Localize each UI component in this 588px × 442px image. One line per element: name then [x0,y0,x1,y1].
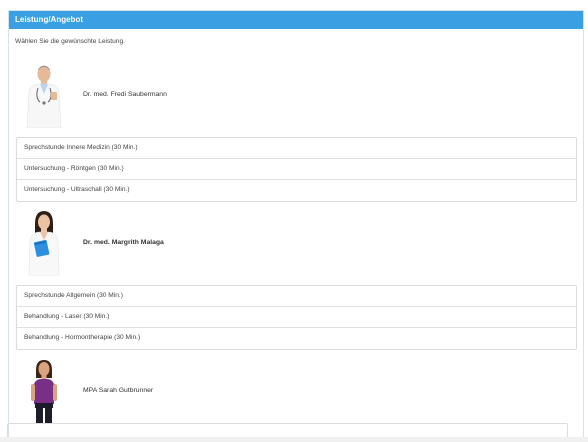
service-item[interactable]: Behandlung - Hormontherapie (30 Min.) [17,328,576,349]
assistant-female-avatar-icon [21,358,67,424]
instruction-text: Wählen Sie die gewünschte Leistung. [15,38,125,45]
doctor-male-avatar-icon [21,62,67,128]
provider-name: MPA Sarah Gutbrunner [83,387,154,394]
service-item[interactable]: Untersuchung - Röntgen (30 Min.) [17,159,576,180]
provider-name: Dr. med. Fredi Saubermann [83,91,167,98]
service-item[interactable]: Untersuchung - Ultraschall (30 Min.) [17,180,576,201]
service-list: Sprechstunde Allgemein (30 Min.) Behandl… [16,285,577,350]
service-item[interactable]: Sprechstunde Allgemein (30 Min.) [17,286,576,307]
horizontal-scrollbar[interactable] [0,437,588,442]
service-item[interactable]: Sprechstunde Innere Medizin (30 Min.) [17,138,576,159]
service-item[interactable]: Behandlung - Laser (30 Min.) [17,307,576,328]
service-panel: Leistung/Angebot Wählen Sie die gewünsch… [8,10,584,442]
provider-name: Dr. med. Margrith Malaga [83,239,164,246]
doctor-female-avatar-icon [21,210,67,276]
panel-title: Leistung/Angebot [9,11,583,29]
service-list: Sprechstunde Innere Medizin (30 Min.) Un… [16,137,577,202]
